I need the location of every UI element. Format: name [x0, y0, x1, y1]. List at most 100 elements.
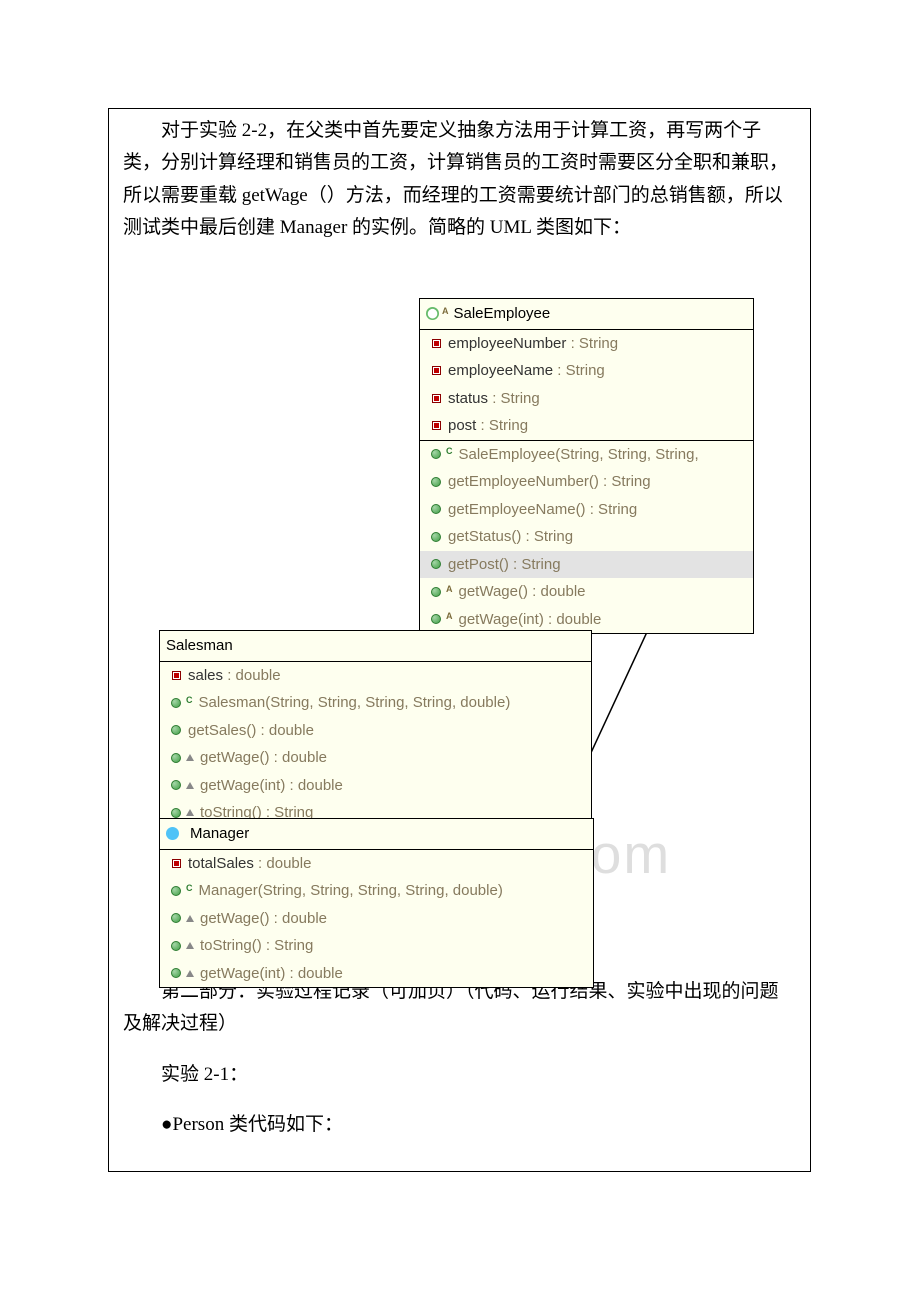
part2-sub1: 实验 2-1：	[123, 1059, 796, 1091]
method-icon	[170, 724, 182, 736]
field-row: totalSales : double	[160, 850, 593, 878]
method-row: getEmployeeName() : String	[420, 496, 753, 524]
method-label: getWage() : double	[200, 745, 327, 771]
constructor-marker: C	[186, 693, 193, 708]
field-icon	[430, 337, 442, 349]
class-name: SaleEmployee	[454, 301, 551, 327]
method-icon	[430, 476, 442, 488]
method-row: C SaleEmployee(String, String, String,	[420, 441, 753, 469]
method-row: getWage(int) : double	[160, 960, 593, 988]
intro-paragraph: 对于实验 2-2，在父类中首先要定义抽象方法用于计算工资，再写两个子类，分别计算…	[109, 109, 810, 248]
override-marker	[186, 809, 194, 816]
part2-sub2: ●Person 类代码如下：	[123, 1109, 796, 1141]
constructor-icon	[170, 697, 182, 709]
override-marker	[186, 754, 194, 761]
methods-section: C SaleEmployee(String, String, String, g…	[420, 441, 753, 634]
method-label: getPost() : String	[448, 552, 561, 578]
method-label: getSales() : double	[188, 718, 314, 744]
class-name: Salesman	[166, 633, 233, 659]
field-row: sales : double	[160, 662, 591, 690]
field-icon	[170, 857, 182, 869]
constructor-icon	[170, 885, 182, 897]
method-row: toString() : String	[160, 932, 593, 960]
field-row: employeeName : String	[420, 357, 753, 385]
method-row: getStatus() : String	[420, 523, 753, 551]
field-type: double	[236, 667, 281, 684]
class-header: ⬤ A SaleEmployee	[420, 299, 753, 330]
override-marker	[186, 782, 194, 789]
method-icon	[430, 503, 442, 515]
field-type: String	[489, 417, 528, 434]
field-name: totalSales	[188, 855, 254, 872]
intro-text: 对于实验 2-2，在父类中首先要定义抽象方法用于计算工资，再写两个子类，分别计算…	[123, 115, 796, 244]
override-marker	[186, 970, 194, 977]
abstract-method-icon	[430, 586, 442, 598]
method-label: getWage(int) : double	[459, 607, 602, 633]
method-label: Salesman(String, String, String, String,…	[199, 690, 511, 716]
field-row: status : String	[420, 385, 753, 413]
override-icon	[170, 912, 182, 924]
part2-section: 第二部分：实验过程记录（可加页）（代码、运行结果、实验中出现的问题及解决过程） …	[109, 958, 810, 1171]
constructor-icon	[430, 448, 442, 460]
abstract-method-icon	[430, 613, 442, 625]
override-icon	[170, 807, 182, 819]
method-label: toString() : String	[200, 933, 313, 959]
field-icon	[430, 392, 442, 404]
class-name: Manager	[190, 821, 249, 847]
method-row: A getWage(int) : double	[420, 606, 753, 634]
abstract-marker: A	[442, 304, 449, 319]
method-row: A getWage() : double	[420, 578, 753, 606]
field-row: post : String	[420, 412, 753, 440]
override-icon	[170, 940, 182, 952]
method-label: SaleEmployee(String, String, String,	[459, 442, 699, 468]
constructor-marker: C	[186, 881, 193, 896]
uml-class-manager: Manager totalSales : double C Manager(St…	[159, 818, 594, 988]
field-name: status	[448, 390, 488, 407]
field-icon	[430, 420, 442, 432]
method-row: C Manager(String, String, String, String…	[160, 877, 593, 905]
class-icon	[166, 827, 179, 840]
override-icon	[170, 752, 182, 764]
class-body: sales : double C Salesman(String, String…	[160, 662, 591, 827]
override-icon	[170, 967, 182, 979]
uml-class-saleemployee: ⬤ A SaleEmployee employeeNumber : String…	[419, 298, 754, 634]
method-row: C Salesman(String, String, String, Strin…	[160, 689, 591, 717]
uml-diagram-area: www.bdocx.com ⬤ A SaleEmployee employeeN…	[109, 248, 810, 958]
method-row-selected: getPost() : String	[420, 551, 753, 579]
field-type: String	[501, 390, 540, 407]
field-name: employeeName	[448, 362, 553, 379]
constructor-marker: C	[446, 444, 453, 459]
uml-class-salesman: Salesman sales : double C Salesman(Strin…	[159, 630, 592, 828]
field-type: String	[579, 335, 618, 352]
method-label: getWage(int) : double	[200, 773, 343, 799]
field-name: employeeNumber	[448, 335, 566, 352]
class-body: totalSales : double C Manager(String, St…	[160, 850, 593, 988]
abstract-marker: A	[446, 582, 453, 597]
method-label: getStatus() : String	[448, 524, 573, 550]
method-label: getWage() : double	[459, 579, 586, 605]
method-label: getWage() : double	[200, 906, 327, 932]
method-label: getWage(int) : double	[200, 961, 343, 987]
method-row: getWage() : double	[160, 744, 591, 772]
override-marker	[186, 942, 194, 949]
class-header: Salesman	[160, 631, 591, 662]
abstract-marker: A	[446, 609, 453, 624]
override-marker	[186, 915, 194, 922]
method-icon	[430, 531, 442, 543]
method-icon	[430, 558, 442, 570]
method-row: getSales() : double	[160, 717, 591, 745]
class-icon: ⬤	[426, 307, 439, 320]
method-label: Manager(String, String, String, String, …	[199, 878, 503, 904]
override-icon	[170, 779, 182, 791]
field-icon	[170, 669, 182, 681]
field-type: String	[566, 362, 605, 379]
method-label: getEmployeeNumber() : String	[448, 469, 651, 495]
document-frame: 对于实验 2-2，在父类中首先要定义抽象方法用于计算工资，再写两个子类，分别计算…	[108, 108, 811, 1172]
method-label: getEmployeeName() : String	[448, 497, 637, 523]
field-name: sales	[188, 667, 223, 684]
method-row: getWage(int) : double	[160, 772, 591, 800]
field-row: employeeNumber : String	[420, 330, 753, 358]
field-type: double	[266, 855, 311, 872]
field-icon	[430, 365, 442, 377]
method-row: getWage() : double	[160, 905, 593, 933]
